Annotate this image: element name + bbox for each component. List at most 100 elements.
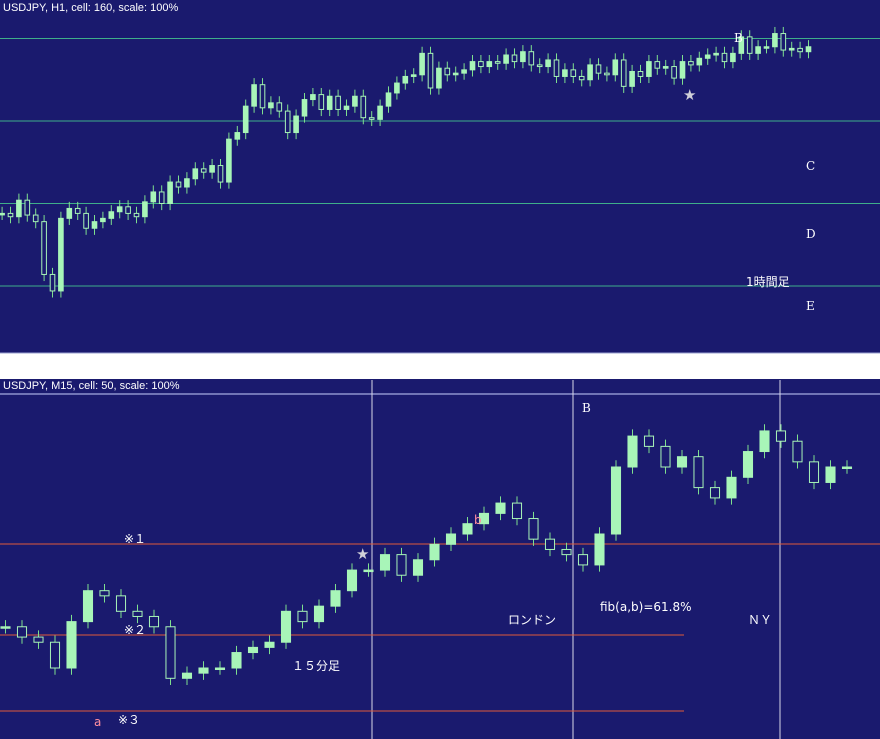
candle-body	[66, 621, 77, 669]
candle-body	[175, 181, 182, 188]
candle-body	[780, 33, 787, 51]
candle-body	[561, 548, 572, 556]
note3-label: ※３	[118, 713, 140, 727]
candle-body	[280, 610, 292, 643]
point-a-label: a	[94, 715, 101, 729]
candle-body	[693, 456, 704, 489]
level-d-label: D	[806, 227, 816, 241]
candle-body	[133, 212, 140, 218]
candle-body	[570, 69, 577, 77]
candle-body	[805, 46, 812, 53]
candle-body	[100, 217, 106, 223]
candle-body	[346, 569, 358, 592]
candle-body	[797, 47, 803, 53]
candle-body	[259, 84, 266, 109]
candle-body	[301, 99, 308, 117]
candle-body	[620, 59, 627, 87]
h1-star-marker: ★	[683, 86, 696, 104]
candle-body	[0, 626, 11, 629]
tick-label: 17 7 09:00	[515, 360, 563, 371]
candle-body	[264, 641, 275, 648]
candle-body	[676, 456, 688, 468]
candle-body	[788, 47, 795, 51]
candle-body	[231, 652, 242, 669]
candle-body	[58, 217, 64, 292]
candle-body	[775, 430, 787, 442]
candle-body	[326, 95, 333, 110]
candle-body	[268, 102, 274, 109]
candle-body	[545, 59, 551, 68]
candle-body	[587, 64, 593, 81]
candle-body	[604, 72, 610, 76]
point-b-label: b	[474, 513, 482, 527]
level-c-label: C	[806, 159, 815, 173]
candle-body	[759, 430, 770, 453]
candle-body	[660, 445, 671, 468]
candle-body	[32, 214, 39, 223]
candle-body	[713, 52, 719, 56]
candle-body	[379, 554, 391, 571]
candle-body	[209, 165, 215, 173]
candle-body	[544, 538, 556, 550]
note2-label: ※２	[124, 623, 146, 637]
h1-timeframe-label: 1時間足	[746, 275, 790, 289]
level-e-label: E	[806, 299, 815, 313]
candle-body	[445, 533, 457, 545]
candle-body	[462, 523, 473, 535]
candle-body	[49, 273, 56, 292]
candle-body	[825, 466, 836, 483]
candle-body	[396, 554, 407, 576]
candle-body	[808, 461, 820, 483]
candle-body	[469, 61, 476, 71]
candle-body	[562, 69, 568, 77]
candle-body	[310, 94, 316, 101]
candle-body	[217, 165, 224, 183]
candle-body	[368, 117, 375, 120]
candle-body	[520, 51, 526, 63]
candle-body	[536, 64, 543, 68]
candle-body	[214, 667, 226, 670]
candle-body	[662, 66, 669, 69]
candle-body	[335, 95, 341, 110]
candle-body	[158, 191, 165, 204]
candle-body	[360, 95, 367, 119]
candle-body	[772, 33, 778, 48]
tick-label: 18 7 01:00	[643, 360, 691, 371]
candle-body	[427, 52, 434, 89]
candle-body	[74, 207, 81, 214]
candle-body	[755, 46, 761, 54]
candle-body	[181, 672, 193, 679]
candle-body	[503, 54, 509, 64]
candle-body	[410, 74, 417, 77]
candle-body	[671, 66, 677, 79]
fib-label: fib(a,b)=61.8%	[600, 600, 692, 614]
m15-title: USDJPY, M15, cell: 50, scale: 100%	[3, 380, 180, 392]
candle-body	[377, 105, 383, 120]
candle-body	[148, 615, 160, 628]
candle-body	[226, 138, 232, 183]
candle-body	[412, 559, 424, 576]
candle-body	[494, 61, 501, 64]
candle-body	[452, 72, 459, 76]
candle-body	[0, 212, 5, 216]
candle-body	[184, 178, 190, 188]
note1-label: ※１	[124, 532, 146, 546]
candle-body	[66, 207, 73, 219]
chart-stage: USDJPY, H1, cell: 160, scale: 100% B C D…	[0, 0, 880, 739]
candle-body	[578, 75, 585, 81]
candle-body	[553, 59, 560, 77]
tick-label: 17 7 17:00	[579, 360, 627, 371]
candle-body	[746, 36, 753, 54]
candle-body	[528, 518, 539, 540]
candle-body	[198, 667, 209, 674]
candle-body	[7, 212, 14, 218]
tick-label: 16 7 01:00	[259, 360, 307, 371]
candle-body	[679, 61, 686, 79]
candle-body	[436, 67, 442, 89]
candle-body	[276, 102, 283, 112]
candle-body	[594, 533, 605, 566]
tick-label: 20 7 19:00	[770, 360, 818, 371]
candle-body	[696, 57, 703, 66]
candle-body	[394, 82, 400, 94]
ny-session-label: ＮＹ	[748, 613, 772, 627]
